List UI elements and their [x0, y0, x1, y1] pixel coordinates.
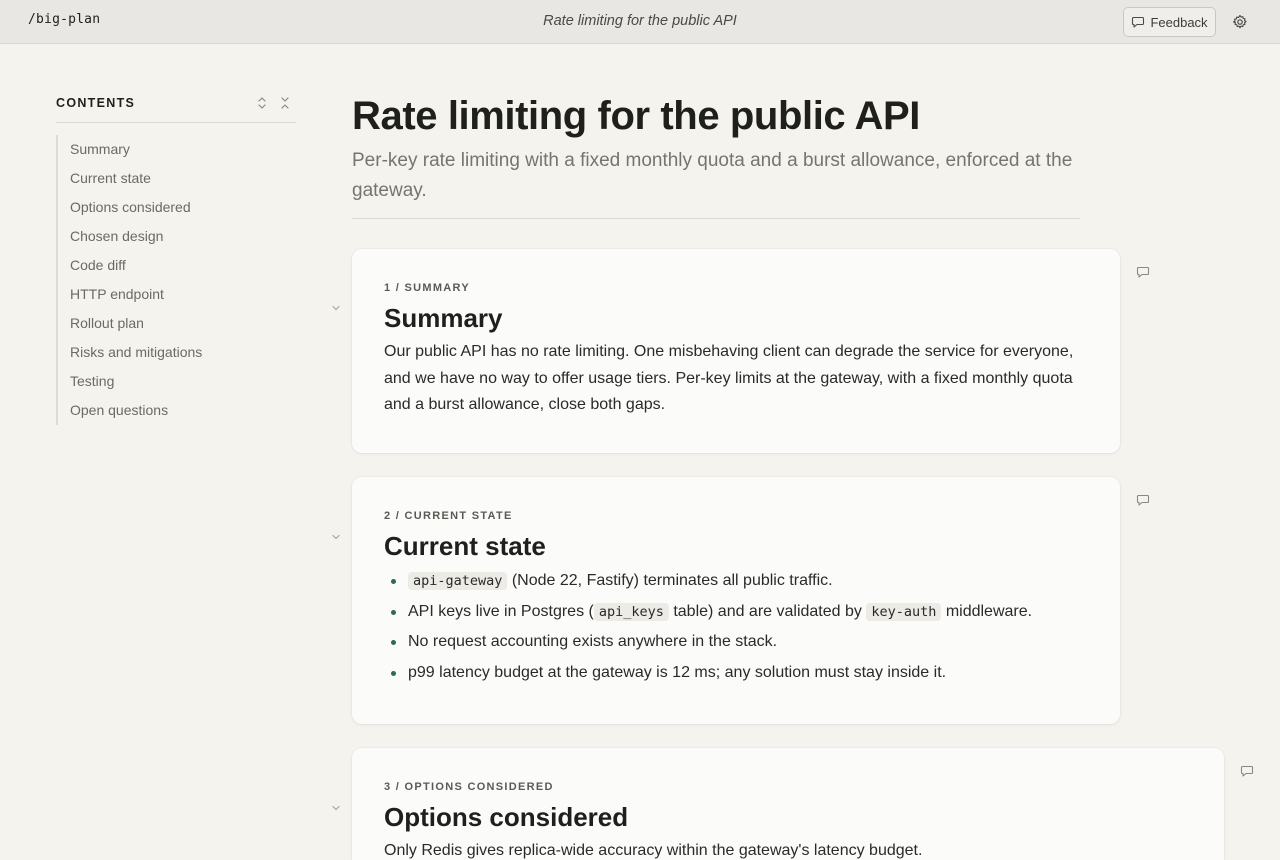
toc-header: CONTENTS — [56, 92, 296, 123]
page-title: Rate limiting for the public API — [352, 94, 920, 138]
section-title: Options considered — [384, 802, 629, 832]
collapse-all-icon[interactable] — [279, 96, 291, 110]
toc-item-current-state[interactable]: Current state — [70, 164, 296, 193]
feedback-button[interactable]: Feedback — [1123, 7, 1216, 37]
chevron-down-icon — [332, 305, 340, 311]
section-options-considered: 3 / OPTIONS CONSIDERED Options considere… — [352, 748, 1224, 860]
chevron-down-icon — [332, 805, 340, 811]
section-title: Summary — [384, 303, 503, 333]
toc-item-rollout-plan[interactable]: Rollout plan — [70, 309, 296, 338]
top-bar: /big-plan Rate limiting for the public A… — [0, 0, 1280, 44]
divider — [352, 218, 1080, 219]
section-eyebrow: 1 / SUMMARY — [384, 282, 471, 294]
toc-item-summary[interactable]: Summary — [70, 135, 296, 164]
feedback-label: Feedback — [1150, 14, 1208, 30]
chevron-down-icon — [332, 534, 340, 540]
section-title: Current state — [384, 531, 546, 561]
toc-item-options-considered[interactable]: Options considered — [70, 193, 296, 222]
page-header: Rate limiting for the public API Per-key… — [352, 92, 1080, 206]
section-collapse-toggle[interactable] — [330, 302, 342, 314]
document-title: Rate limiting for the public API — [543, 13, 737, 29]
section-collapse-toggle[interactable] — [330, 802, 342, 814]
bullet-list: api-gateway (Node 22, Fastify) terminate… — [384, 566, 1088, 688]
section-body: Only Redis gives replica-wide accuracy w… — [384, 842, 923, 859]
section-collapse-toggle[interactable] — [330, 531, 342, 543]
list-item: API keys live in Postgres (api_keys tabl… — [384, 597, 1088, 628]
settings-button[interactable] — [1230, 12, 1250, 32]
inline-code: api-gateway — [408, 572, 508, 590]
list-item: No request accounting exists anywhere in… — [384, 627, 1088, 658]
toc-list: Summary Current state Options considered… — [56, 135, 296, 425]
list-item: api-gateway (Node 22, Fastify) terminate… — [384, 566, 1088, 597]
section-eyebrow: 3 / OPTIONS CONSIDERED — [384, 781, 554, 793]
inline-code: key-auth — [866, 602, 942, 621]
toc-item-open-questions[interactable]: Open questions — [70, 396, 296, 425]
expand-all-icon[interactable] — [256, 96, 268, 110]
section-body: Our public API has no rate limiting. One… — [384, 343, 1074, 414]
toc-item-chosen-design[interactable]: Chosen design — [70, 222, 296, 251]
toc-item-testing[interactable]: Testing — [70, 367, 296, 396]
list-item: p99 latency budget at the gateway is 12 … — [384, 658, 1088, 689]
gear-icon — [1232, 14, 1248, 30]
section-current-state: 2 / CURRENT STATE Current state api-gate… — [352, 477, 1120, 724]
toc-item-http-endpoint[interactable]: HTTP endpoint — [70, 280, 296, 309]
toc-item-risks-and-mitigations[interactable]: Risks and mitigations — [70, 338, 296, 367]
comment-icon — [1131, 15, 1145, 29]
section-summary: 1 / SUMMARY Summary Our public API has n… — [352, 249, 1120, 453]
inline-code: api_keys — [593, 602, 669, 621]
section-eyebrow: 2 / CURRENT STATE — [384, 510, 513, 522]
toc-title: CONTENTS — [56, 96, 136, 110]
add-comment-icon[interactable] — [1136, 493, 1150, 507]
toc-item-code-diff[interactable]: Code diff — [70, 251, 296, 280]
page-subtitle: Per-key rate limiting with a fixed month… — [352, 150, 1073, 201]
add-comment-icon[interactable] — [1136, 265, 1150, 279]
add-comment-icon[interactable] — [1240, 764, 1254, 778]
table-of-contents: CONTENTS Summary Current state Options c… — [56, 92, 296, 425]
